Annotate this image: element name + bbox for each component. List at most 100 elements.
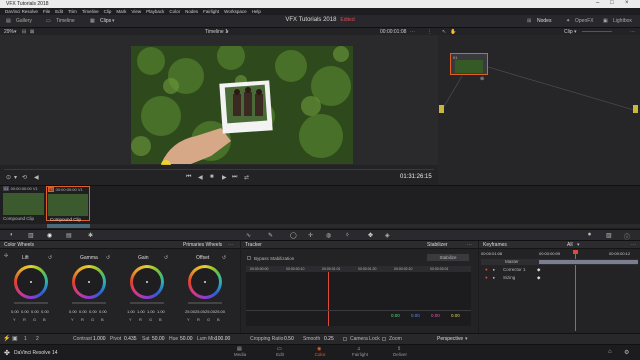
lightbox-button[interactable]: Lightbox bbox=[613, 18, 632, 24]
stabilize-button[interactable]: Stabilize bbox=[427, 254, 469, 261]
gallery-button[interactable]: Gallery bbox=[16, 18, 32, 24]
offset-value[interactable]: 25.00 bbox=[205, 309, 215, 314]
gain-value[interactable]: 1.00 bbox=[137, 309, 145, 314]
keyframe-toggle-icon[interactable]: ● bbox=[485, 275, 488, 280]
wheel-mode-selector[interactable]: Primaries Wheels bbox=[183, 242, 222, 248]
toggle-icon[interactable]: ⏺ bbox=[588, 232, 591, 239]
home-icon[interactable]: ⌂ bbox=[608, 349, 612, 355]
offset-value[interactable]: 25.00 bbox=[185, 309, 195, 314]
lift-value[interactable]: 0.00 bbox=[21, 309, 29, 314]
openfx-button[interactable]: OpenFX bbox=[575, 18, 594, 24]
lift-master-slider[interactable] bbox=[14, 302, 48, 304]
color-wheels-icon[interactable]: ◉ bbox=[47, 232, 52, 239]
scrubber-bar[interactable] bbox=[4, 169, 434, 170]
stop-icon[interactable]: ■ bbox=[210, 174, 214, 180]
pivot-value[interactable]: 0.435 bbox=[124, 336, 137, 342]
lift-value[interactable]: 0.00 bbox=[31, 309, 39, 314]
lift-wheel[interactable] bbox=[14, 265, 48, 299]
wheel-center-handle[interactable] bbox=[204, 281, 206, 283]
zoom-slider[interactable] bbox=[582, 31, 612, 32]
3d-icon[interactable]: ◈ bbox=[385, 232, 390, 239]
openfx-icon[interactable]: ✦ bbox=[566, 18, 570, 24]
page-tab-color[interactable]: Color bbox=[305, 352, 335, 357]
menu-item[interactable]: View bbox=[131, 9, 141, 14]
page-number[interactable]: 1 bbox=[24, 336, 27, 342]
clip-thumbnail[interactable]: 01 00:00:00:00 V1 Compound Clip bbox=[3, 186, 44, 221]
power-window-icon[interactable]: ◯ bbox=[290, 232, 297, 239]
chevron-down-icon[interactable]: ▾ bbox=[577, 242, 580, 248]
keyframe-playhead-handle[interactable] bbox=[573, 250, 578, 254]
gamma-value[interactable]: 0.00 bbox=[89, 309, 97, 314]
menu-item[interactable]: File bbox=[43, 9, 50, 14]
curves-icon[interactable]: ∿ bbox=[246, 232, 251, 239]
go-to-start-icon[interactable]: ⏮ bbox=[186, 174, 191, 181]
gamma-master-slider[interactable] bbox=[72, 302, 106, 304]
rgb-mixer-icon[interactable]: ▤ bbox=[66, 232, 72, 239]
wheel-center-handle[interactable] bbox=[146, 281, 148, 283]
keyframe-filter[interactable]: All bbox=[567, 242, 573, 248]
keyframe-track-corrector[interactable]: ● ▸ Corrector 1 ◆ bbox=[481, 267, 638, 273]
reset-icon[interactable]: ↺ bbox=[48, 255, 52, 261]
smooth-value[interactable]: 0.25 bbox=[324, 336, 334, 342]
gamma-value[interactable]: 0.00 bbox=[79, 309, 87, 314]
menu-item[interactable]: Clip bbox=[104, 9, 112, 14]
timeline-icon[interactable]: ▭ bbox=[46, 18, 51, 24]
node-editor[interactable]: 01 ⊕ bbox=[438, 35, 640, 185]
hue-value[interactable]: 50.00 bbox=[180, 336, 193, 342]
clips-icon[interactable]: ▦ bbox=[90, 18, 95, 24]
menu-item[interactable]: Mark bbox=[116, 9, 126, 14]
gamma-wheel[interactable] bbox=[72, 265, 106, 299]
loop-icon[interactable]: ⟲ bbox=[22, 174, 27, 181]
more-options-icon[interactable]: ⋯ bbox=[631, 242, 636, 248]
gain-value[interactable]: 1.00 bbox=[147, 309, 155, 314]
wheel-center-handle[interactable] bbox=[88, 281, 90, 283]
menu-item[interactable]: Help bbox=[252, 9, 261, 14]
cropping-ratio-value[interactable]: 0.50 bbox=[284, 336, 294, 342]
expand-icon[interactable]: ▸ bbox=[493, 275, 495, 281]
close-icon[interactable]: × bbox=[625, 0, 629, 6]
audio-icon[interactable]: ◀︎ bbox=[34, 174, 39, 181]
more-options-icon[interactable]: ⋯ bbox=[467, 242, 472, 248]
nodes-button[interactable]: Nodes bbox=[537, 18, 551, 24]
offset-value[interactable]: 25.00 bbox=[195, 309, 205, 314]
settings-icon[interactable]: ⚙ bbox=[624, 349, 629, 356]
page-icon[interactable]: ▣ bbox=[12, 335, 18, 342]
lift-value[interactable]: 0.00 bbox=[11, 309, 19, 314]
offset-value[interactable]: 25.00 bbox=[215, 309, 225, 314]
menu-item[interactable]: Nodes bbox=[185, 9, 198, 14]
gamma-value[interactable]: 0.00 bbox=[99, 309, 107, 314]
menu-item[interactable]: Trim bbox=[68, 9, 77, 14]
motion-effects-icon[interactable]: ✱ bbox=[88, 232, 93, 239]
gamma-value[interactable]: 0.00 bbox=[69, 309, 77, 314]
info-icon[interactable]: ⓘ bbox=[624, 232, 630, 241]
chevron-down-icon[interactable]: ▾ bbox=[14, 174, 17, 181]
reset-icon[interactable]: ↺ bbox=[106, 255, 110, 261]
keyframe-diamond-icon[interactable]: ◆ bbox=[537, 275, 540, 281]
gain-value[interactable]: 1.00 bbox=[127, 309, 135, 314]
more-options-icon[interactable]: ⋯ bbox=[228, 242, 233, 248]
gallery-icon[interactable]: ▤ bbox=[6, 18, 11, 24]
output-node[interactable] bbox=[633, 105, 638, 113]
lift-value[interactable]: 0.00 bbox=[41, 309, 49, 314]
viewer-frame[interactable] bbox=[131, 46, 353, 164]
sat-value[interactable]: 50.00 bbox=[152, 336, 165, 342]
mini-timeline[interactable] bbox=[0, 224, 640, 228]
menu-item[interactable]: Workspace bbox=[224, 9, 246, 14]
menu-item[interactable]: Color bbox=[169, 9, 180, 14]
chevron-down-icon[interactable]: ▾ bbox=[465, 336, 468, 342]
reset-icon[interactable]: ↺ bbox=[222, 255, 226, 261]
page-tab-fairlight[interactable]: Fairlight bbox=[345, 352, 375, 357]
menu-item[interactable]: Timeline bbox=[82, 9, 99, 14]
zoom-checkbox[interactable] bbox=[382, 337, 386, 341]
page-tab-media[interactable]: Media bbox=[225, 352, 255, 357]
qualifier-icon[interactable]: ✎ bbox=[268, 232, 273, 239]
auto-balance-icon[interactable]: ⚡ bbox=[3, 335, 10, 342]
bypass-checkbox[interactable] bbox=[247, 256, 251, 260]
scopes-icon[interactable]: ▨ bbox=[606, 232, 612, 239]
gain-master-slider[interactable] bbox=[130, 302, 164, 304]
wheel-center-handle[interactable] bbox=[30, 281, 32, 283]
expand-icon[interactable]: ▸ bbox=[493, 267, 495, 273]
play-reverse-icon[interactable]: ◀ bbox=[198, 174, 203, 181]
gain-value[interactable]: 1.00 bbox=[157, 309, 165, 314]
color-match-icon[interactable]: ▥ bbox=[28, 232, 34, 239]
